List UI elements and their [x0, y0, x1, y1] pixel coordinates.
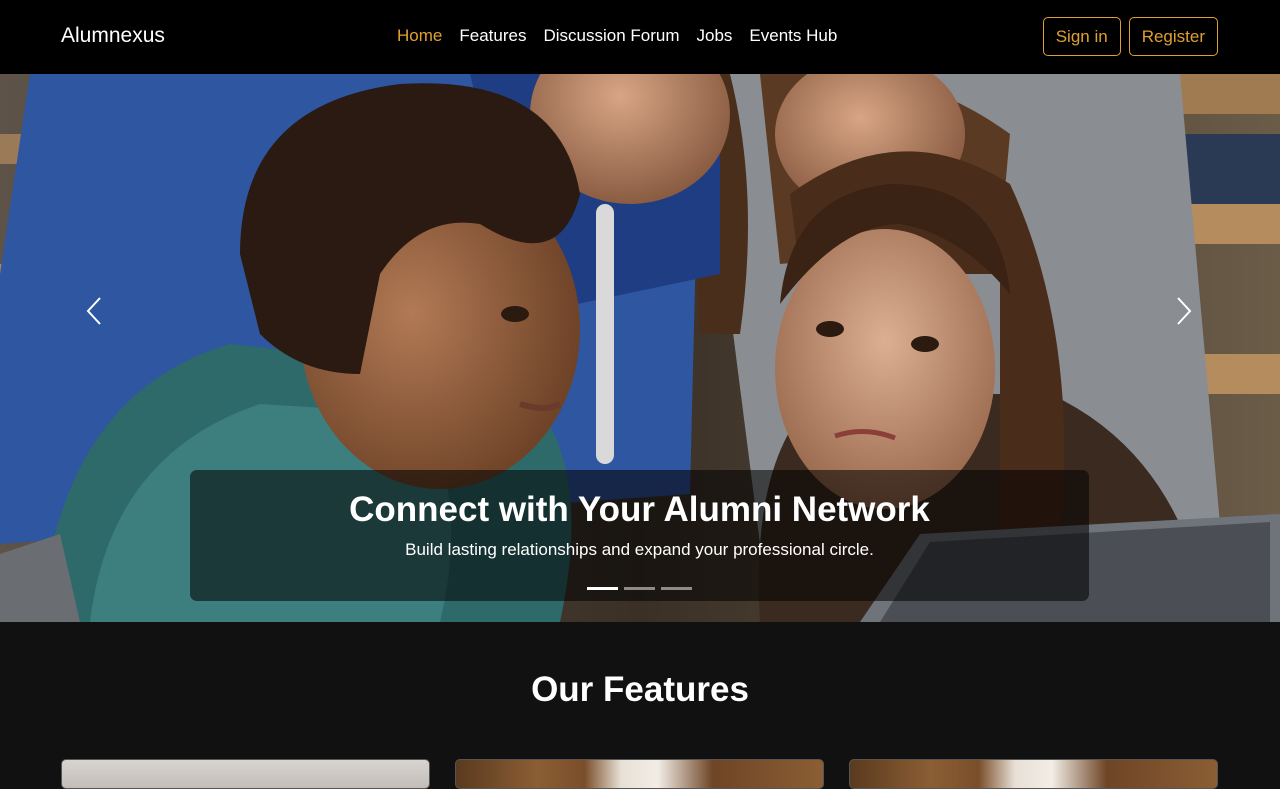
hero-subtitle: Build lasting relationships and expand y…	[405, 540, 874, 559]
carousel-prev-button[interactable]	[80, 294, 110, 328]
chevron-right-icon	[1168, 294, 1198, 328]
hero-caption: Connect with Your Alumni Network Build l…	[190, 470, 1089, 601]
auth-buttons: Sign in Register	[1042, 17, 1218, 56]
carousel-indicator-3[interactable]	[661, 587, 692, 590]
nav-link-jobs[interactable]: Jobs	[697, 25, 733, 46]
chevron-left-icon	[80, 294, 110, 328]
carousel-indicator-1[interactable]	[587, 587, 618, 590]
nav-link-discussion-forum[interactable]: Discussion Forum	[543, 25, 679, 46]
hero-title: Connect with Your Alumni Network	[349, 490, 930, 529]
carousel-indicators	[190, 587, 1089, 590]
navbar: Alumnexus Home Features Discussion Forum…	[0, 0, 1280, 74]
main-nav: Home Features Discussion Forum Jobs Even…	[397, 25, 837, 46]
nav-link-events-hub[interactable]: Events Hub	[749, 25, 837, 46]
hero-carousel: Connect with Your Alumni Network Build l…	[0, 74, 1280, 622]
nav-link-home[interactable]: Home	[397, 25, 442, 46]
feature-card-3[interactable]	[849, 759, 1218, 789]
carousel-indicator-2[interactable]	[624, 587, 655, 590]
features-section: Our Features	[0, 622, 1280, 789]
register-button[interactable]: Register	[1128, 17, 1218, 56]
brand-logo[interactable]: Alumnexus	[61, 24, 165, 48]
feature-card-1[interactable]	[61, 759, 430, 789]
feature-card-2[interactable]	[455, 759, 824, 789]
carousel-next-button[interactable]	[1168, 294, 1198, 328]
features-heading: Our Features	[531, 670, 749, 709]
sign-in-button[interactable]: Sign in	[1042, 17, 1121, 56]
nav-link-features[interactable]: Features	[459, 25, 526, 46]
